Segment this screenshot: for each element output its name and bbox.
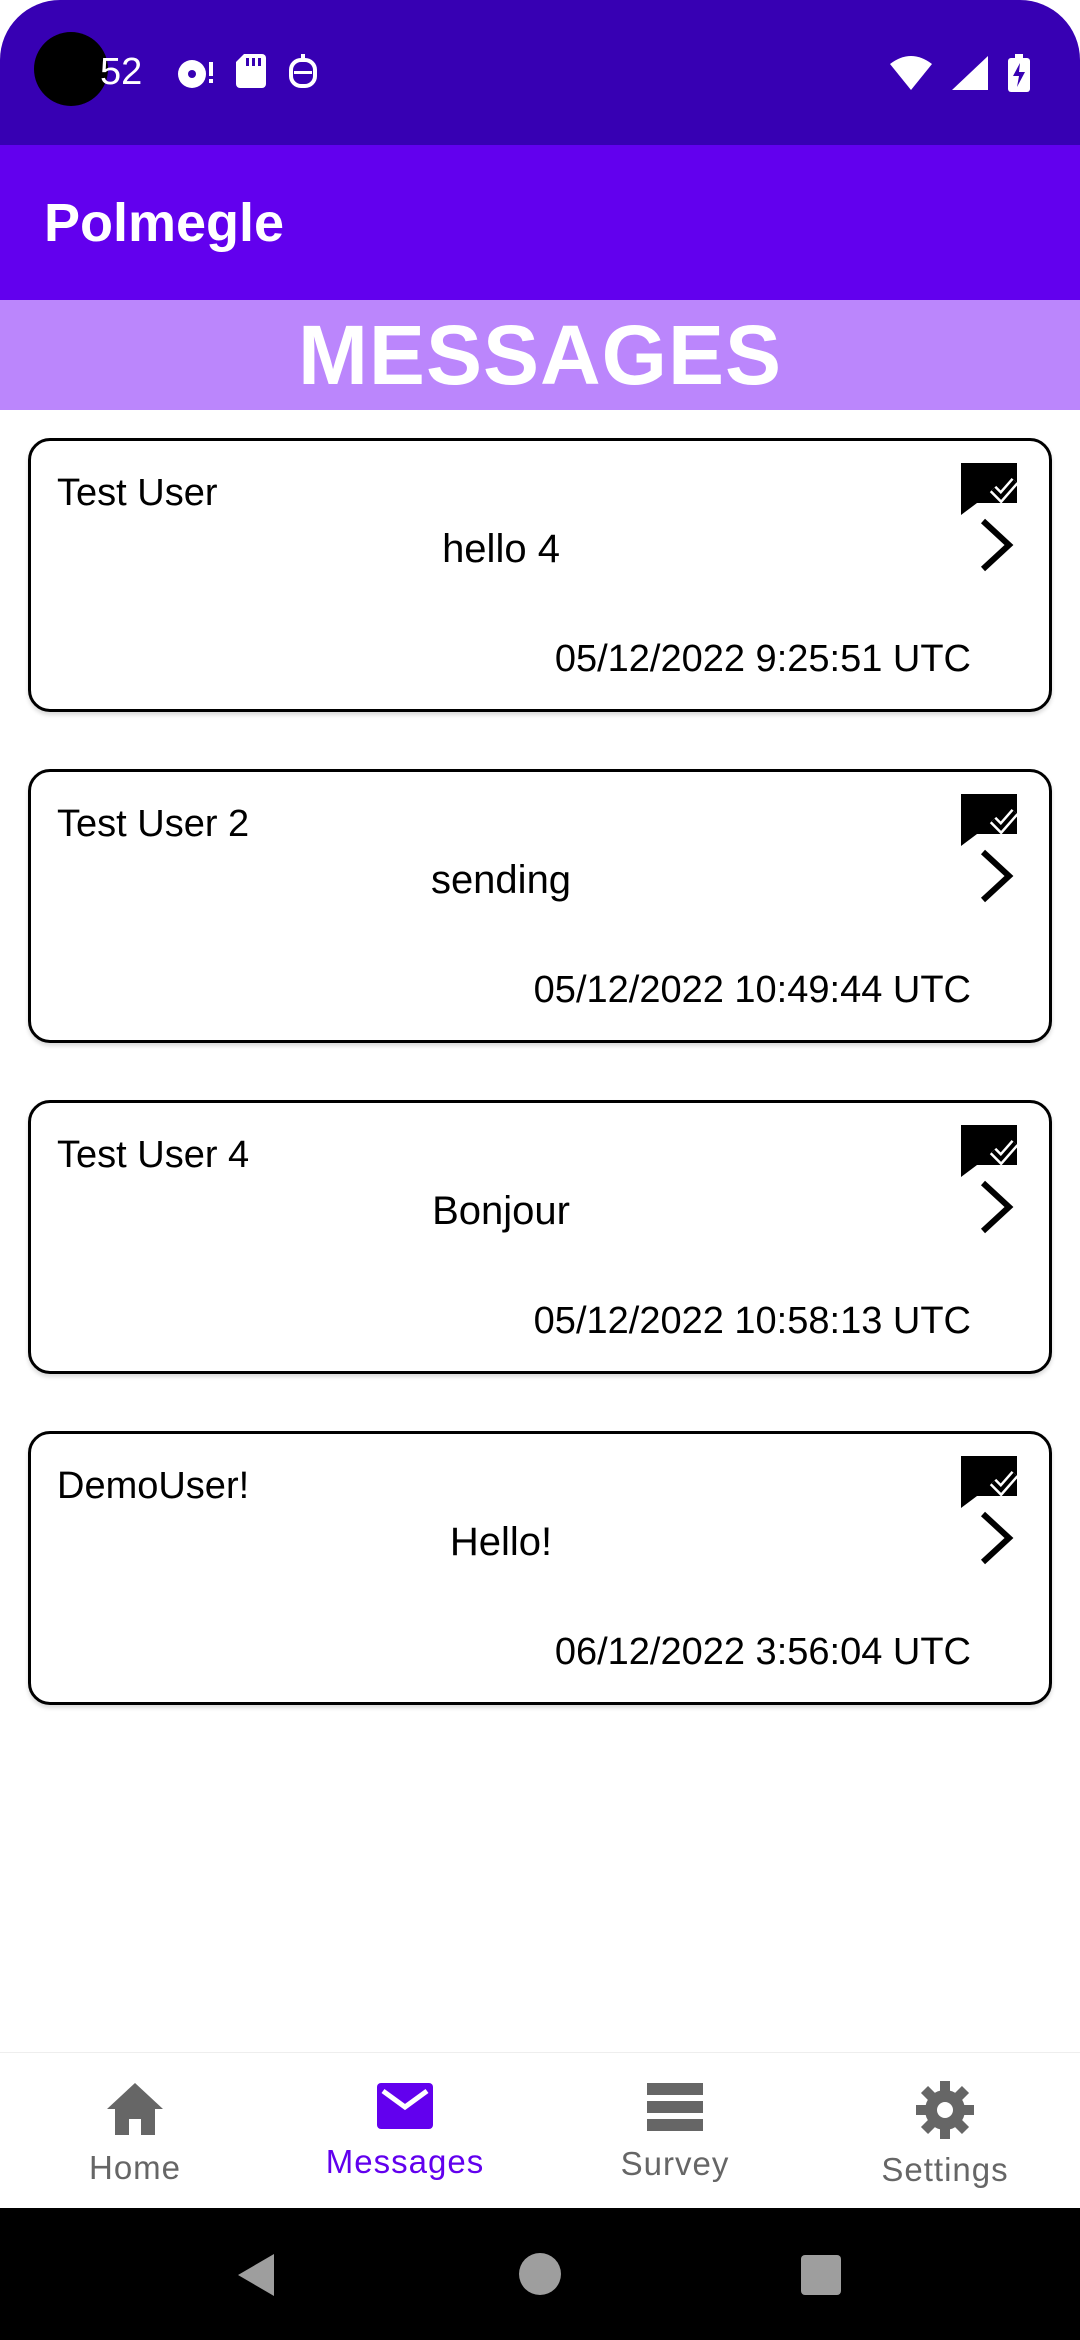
message-read-icon [961, 794, 1019, 851]
system-navigation-bar [0, 2208, 1080, 2340]
message-timestamp: 05/12/2022 9:25:51 UTC [554, 638, 971, 680]
signal-icon [952, 56, 988, 90]
battery-charging-icon [1008, 54, 1030, 92]
bottom-navigation: Home Messages Survey Settings [0, 2052, 1080, 2208]
message-sender: DemoUser! [57, 1465, 250, 1507]
back-icon[interactable] [236, 2252, 276, 2303]
message-text: sending [430, 858, 572, 902]
wifi-icon [890, 56, 932, 90]
nav-settings-label: Settings [881, 2151, 1009, 2188]
message-sender: Test User [57, 472, 218, 514]
nav-survey-label: Survey [620, 2145, 730, 2182]
recents-icon[interactable] [800, 2254, 842, 2301]
section-header: MESSAGES [0, 300, 1080, 410]
message-card[interactable]: Test User 2 sending 05/12/2022 10:49:44 … [28, 769, 1052, 1043]
message-timestamp: 05/12/2022 10:58:13 UTC [533, 1300, 971, 1342]
status-time: 52 [100, 51, 143, 93]
sd-card-icon [236, 54, 266, 90]
list-icon [645, 2081, 705, 2133]
message-card[interactable]: DemoUser! Hello! 06/12/2022 3:56:04 UTC [28, 1431, 1052, 1705]
chevron-right-icon[interactable] [977, 517, 1015, 578]
section-title: MESSAGES [297, 307, 783, 402]
message-read-icon [961, 1456, 1019, 1513]
home-button-icon[interactable] [518, 2252, 562, 2301]
message-card[interactable]: Test User hello 4 05/12/2022 9:25:51 UTC [28, 438, 1052, 712]
chevron-right-icon[interactable] [977, 848, 1015, 909]
message-read-icon [961, 463, 1019, 520]
message-text: Hello! [449, 1520, 553, 1564]
message-text: hello 4 [442, 527, 560, 571]
message-timestamp: 05/12/2022 10:49:44 UTC [533, 969, 971, 1011]
status-bar: 52 [0, 0, 1080, 145]
app-bar: Polmegle [0, 145, 1080, 300]
debug-icon [288, 54, 318, 90]
mail-icon [375, 2081, 435, 2131]
app-title: Polmegle [44, 193, 285, 253]
nav-survey[interactable]: Survey [540, 2053, 810, 2208]
nav-home-label: Home [88, 2149, 182, 2186]
home-icon [105, 2081, 165, 2137]
gear-icon [916, 2081, 974, 2139]
message-sender: Test User 4 [57, 1134, 250, 1176]
nav-messages[interactable]: Messages [270, 2053, 540, 2208]
status-icons-left [176, 54, 318, 90]
chevron-right-icon[interactable] [977, 1510, 1015, 1571]
nav-settings[interactable]: Settings [810, 2053, 1080, 2208]
message-read-icon [961, 1125, 1019, 1182]
message-timestamp: 06/12/2022 3:56:04 UTC [554, 1631, 971, 1673]
chevron-right-icon[interactable] [977, 1179, 1015, 1240]
message-sender: Test User 2 [57, 803, 250, 845]
media-icon [176, 54, 214, 90]
nav-home[interactable]: Home [0, 2053, 270, 2208]
status-icons-right [890, 54, 1030, 92]
nav-messages-label: Messages [325, 2143, 485, 2180]
camera-cutout [34, 32, 108, 106]
message-card[interactable]: Test User 4 Bonjour 05/12/2022 10:58:13 … [28, 1100, 1052, 1374]
message-text: Bonjour [432, 1189, 570, 1233]
